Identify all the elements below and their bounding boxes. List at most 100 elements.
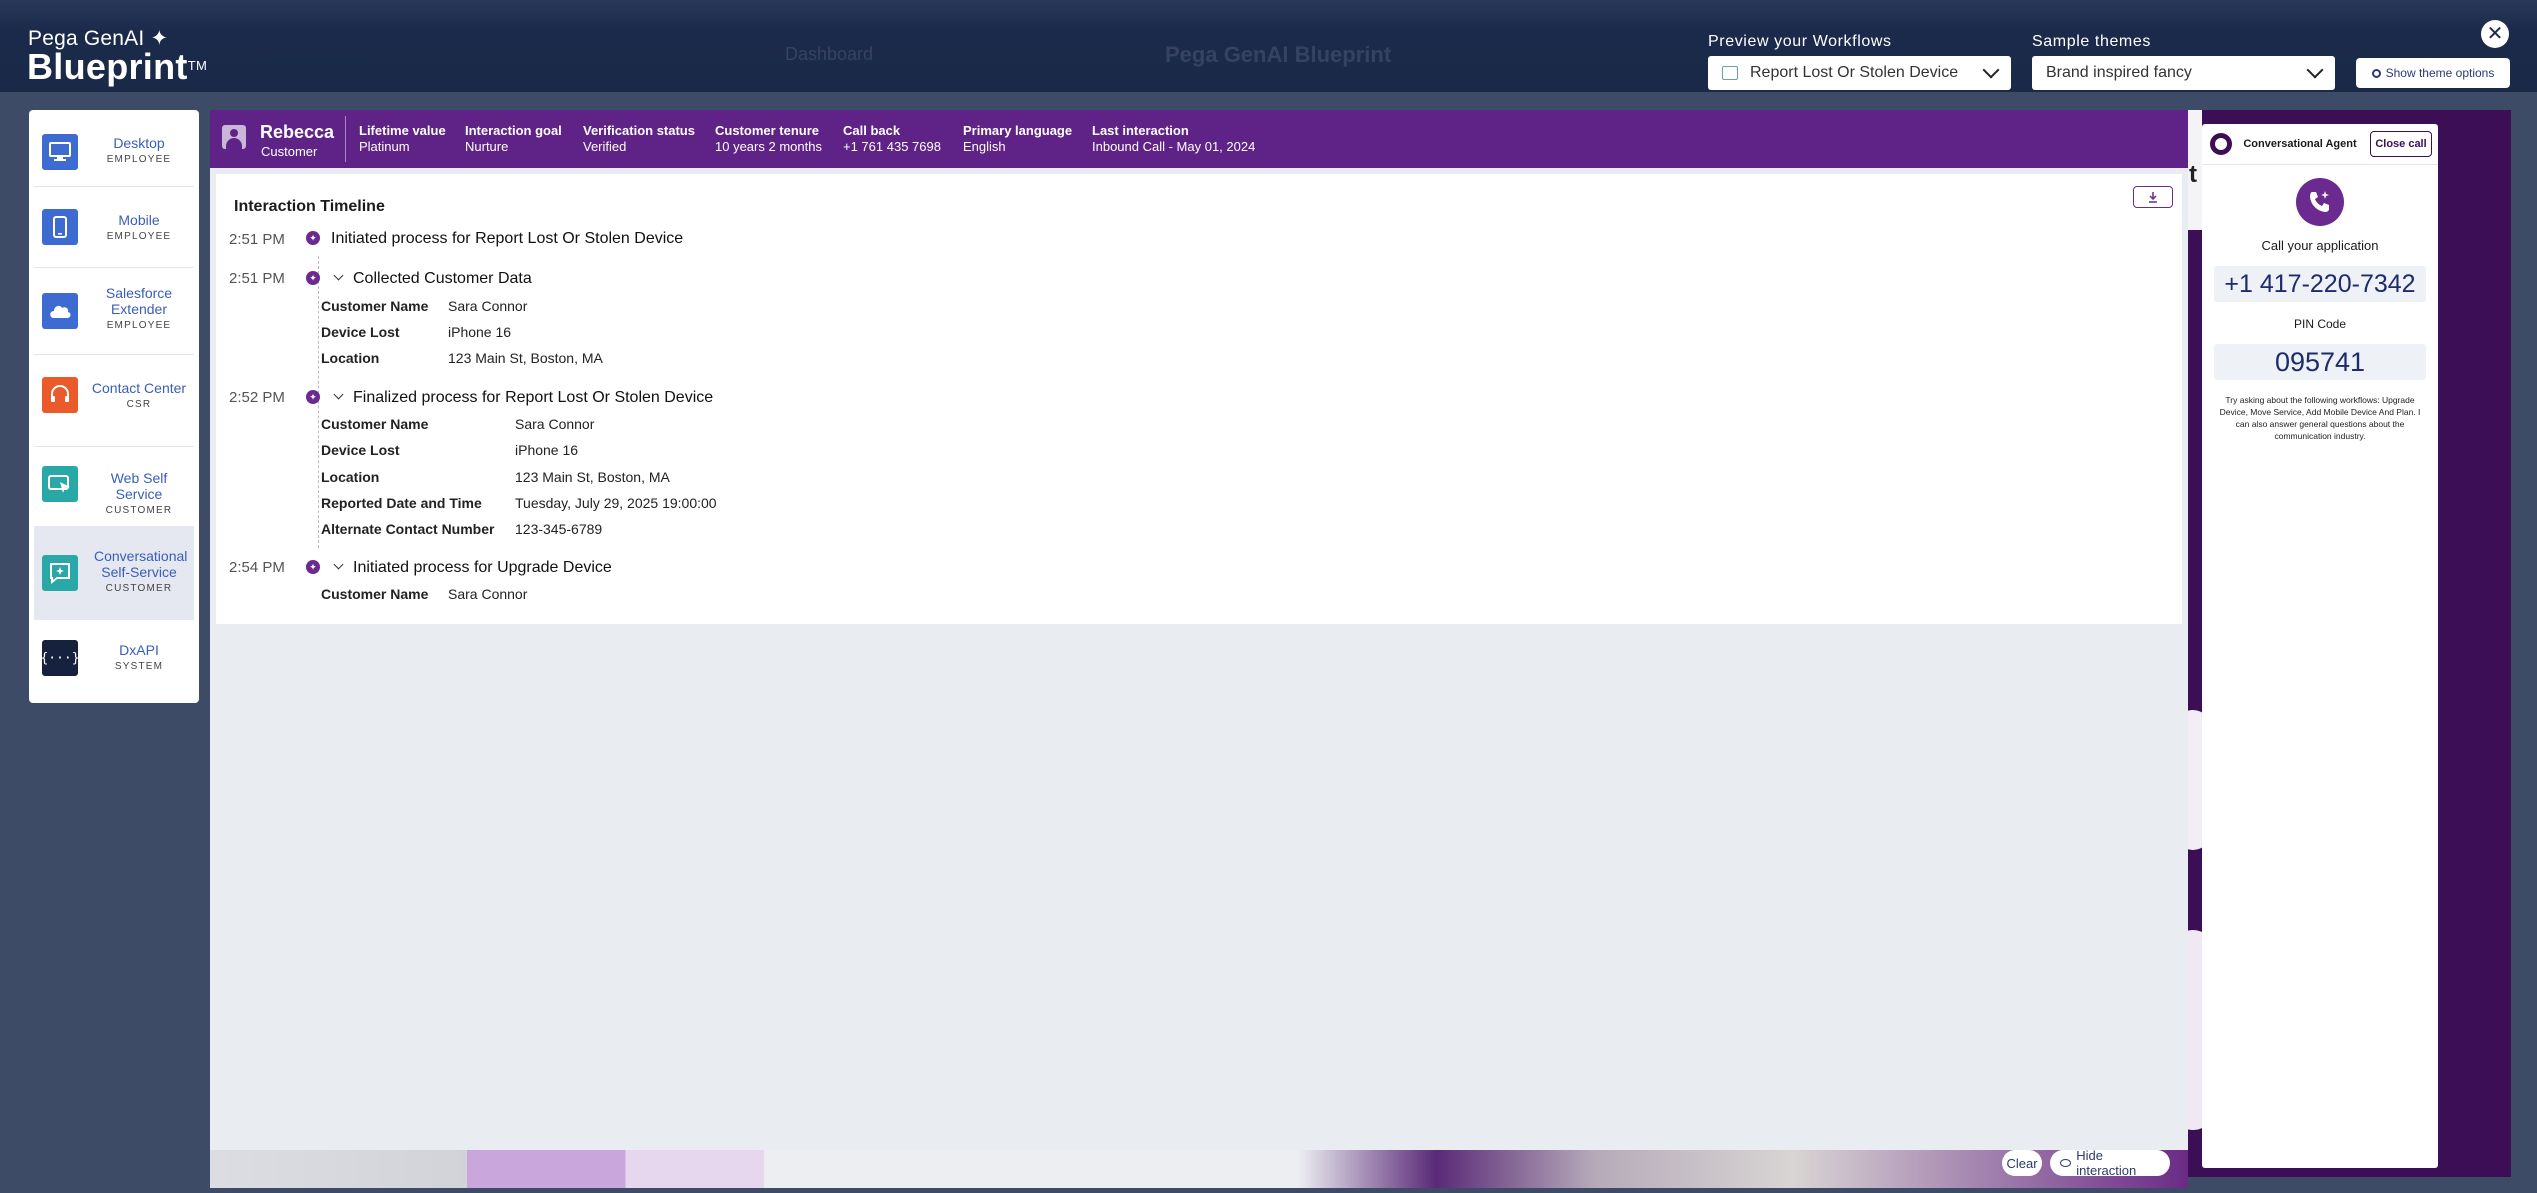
event-time: 2:51 PM: [229, 231, 285, 248]
detail-value: Sara Connor: [448, 298, 528, 314]
nav-divider: [34, 354, 194, 355]
nav-item-sublabel: CUSTOMER: [105, 505, 173, 516]
nav-item-conversational-self-service[interactable]: Conversational Self-Service CUSTOMER: [34, 526, 194, 620]
nav-item-sublabel: SYSTEM: [114, 661, 164, 672]
nav-item-label: Web Self Service: [110, 470, 168, 502]
hide-eye-icon: [2060, 1159, 2072, 1167]
close-preview-button[interactable]: ✕: [2481, 20, 2509, 48]
gear-icon: [2371, 68, 2381, 78]
detail-label: Location: [321, 350, 380, 366]
clear-button[interactable]: Clear: [2002, 1150, 2042, 1176]
nav-item-contact-center[interactable]: Contact Center CSR: [34, 356, 194, 434]
field-interaction-goal: Interaction goal Nurture: [465, 123, 562, 154]
event-marker-icon: ✦: [306, 231, 320, 245]
nav-item-label: Desktop: [113, 135, 165, 151]
sample-themes-label: Sample themes: [2032, 33, 2151, 50]
nav-item-dxapi[interactable]: {···} DxAPI SYSTEM: [34, 620, 194, 698]
close-icon: ✕: [2486, 23, 2504, 45]
show-theme-options-button[interactable]: Show theme options: [2356, 58, 2510, 88]
nav-item-sublabel: EMPLOYEE: [106, 154, 172, 165]
desktop-icon: [42, 134, 78, 170]
detail-value: 123-345-6789: [515, 521, 603, 537]
nav-item-salesforce-extender[interactable]: Salesforce Extender EMPLOYEE: [34, 269, 194, 353]
chevron-down-icon[interactable]: [333, 270, 344, 281]
ghost-dashboard-link: Dashboard: [785, 44, 874, 64]
chevron-down-icon[interactable]: [333, 559, 344, 570]
field-primary-language: Primary language English: [963, 123, 1073, 154]
preview-workflows-value: Report Lost Or Stolen Device: [1750, 64, 1959, 81]
field-last-interaction: Last interaction Inbound Call - May 01, 2…: [1092, 123, 1256, 154]
timeline-events: 2:51 PM ✦ Initiated process for Report L…: [210, 174, 2188, 624]
hide-interaction-button[interactable]: Hide interaction: [2050, 1148, 2170, 1178]
event-title: Initiated process for Report Lost Or Sto…: [331, 230, 684, 247]
background-letter: t: [2189, 161, 2197, 188]
nav-item-label: Mobile: [118, 212, 160, 228]
sample-themes-select[interactable]: Brand inspired fancy: [2032, 56, 2335, 90]
detail-label: Customer Name: [321, 416, 429, 432]
detail-label: Location: [321, 469, 380, 485]
nav-item-label: Contact Center: [91, 380, 187, 396]
phone-spark-icon: [2296, 178, 2344, 226]
agent-hint: Try asking about the following workflows…: [2219, 395, 2421, 441]
event-title: Finalized process for Report Lost Or Sto…: [353, 389, 714, 406]
preview-workflows-select[interactable]: Report Lost Or Stolen Device: [1708, 56, 2011, 90]
detail-value: 123 Main St, Boston, MA: [515, 469, 670, 485]
trademark: TM: [187, 58, 208, 73]
avatar: [222, 125, 246, 149]
agent-header: Conversational Agent Close call: [2202, 124, 2438, 165]
detail-label: Device Lost: [321, 324, 400, 340]
nav-item-label: DxAPI: [119, 642, 159, 658]
detail-label: Reported Date and Time: [321, 495, 482, 511]
web-pointer-icon: [42, 466, 78, 502]
preview-workflows-label: Preview your Workflows: [1708, 33, 1892, 50]
field-call-back: Call back +1 761 435 7698: [843, 123, 941, 154]
detail-value: Tuesday, July 29, 2025 19:00:00: [515, 495, 717, 511]
code-braces-icon: {···}: [40, 640, 80, 676]
phone-number: +1 417-220-7342: [2214, 266, 2426, 302]
event-title: Initiated process for Upgrade Device: [353, 559, 612, 576]
nav-item-sublabel: EMPLOYEE: [106, 320, 172, 331]
pin-label: PIN Code: [2293, 317, 2347, 331]
field-lifetime-value: Lifetime value Platinum: [359, 123, 446, 154]
customer-role: Customer: [261, 144, 318, 159]
event-time: 2:54 PM: [229, 559, 285, 576]
nav-item-sublabel: EMPLOYEE: [106, 231, 172, 242]
detail-value: 123 Main St, Boston, MA: [448, 350, 603, 366]
event-time: 2:52 PM: [229, 389, 285, 406]
customer-name: Rebecca: [260, 122, 335, 142]
close-call-button[interactable]: Close call: [2370, 131, 2432, 157]
banner-divider: [345, 116, 346, 162]
clear-label: Clear: [2006, 1155, 2038, 1171]
event-marker-icon: ✦: [306, 271, 320, 285]
nav-item-mobile[interactable]: Mobile EMPLOYEE: [34, 188, 194, 266]
cloud-icon: [42, 293, 78, 329]
detail-value: Sara Connor: [515, 416, 595, 432]
ghost-app-title: Pega GenAI Blueprint: [1165, 42, 1392, 67]
field-verification-status: Verification status Verified: [583, 123, 695, 154]
agent-logo-icon: [2210, 133, 2232, 155]
chevron-down-icon[interactable]: [333, 389, 344, 400]
field-customer-tenure: Customer tenure 10 years 2 months: [715, 123, 822, 154]
nav-item-web-self-service[interactable]: Web Self Service CUSTOMER: [34, 448, 194, 532]
nav-divider: [34, 446, 194, 447]
call-label: Call your application: [2261, 238, 2379, 253]
detail-label: Customer Name: [321, 298, 429, 314]
nav-item-desktop[interactable]: Desktop EMPLOYEE: [34, 120, 194, 184]
top-header: Dashboard Pega GenAI Blueprint Pega GenA…: [0, 0, 2537, 92]
sample-themes-value: Brand inspired fancy: [2046, 64, 2192, 81]
channel-nav: Desktop EMPLOYEE Mobile EMPLOYEE Salesfo…: [29, 110, 199, 703]
detail-value: Sara Connor: [448, 586, 528, 602]
hide-interaction-label: Hide interaction: [2076, 1148, 2137, 1178]
event-marker-icon: ✦: [306, 390, 320, 404]
detail-label: Customer Name: [321, 586, 429, 602]
brand-line2: Blueprint: [27, 46, 188, 87]
workflow-icon: [1722, 66, 1738, 80]
nav-item-sublabel: CSR: [126, 399, 152, 410]
chevron-down-icon: [1982, 61, 2000, 79]
nav-divider: [34, 186, 194, 187]
chat-spark-icon: [42, 555, 78, 591]
brand-blueprint: BlueprintTM: [27, 46, 207, 88]
detail-label: Alternate Contact Number: [321, 521, 495, 537]
headset-icon: [42, 377, 78, 413]
nav-item-sublabel: CUSTOMER: [105, 583, 173, 594]
